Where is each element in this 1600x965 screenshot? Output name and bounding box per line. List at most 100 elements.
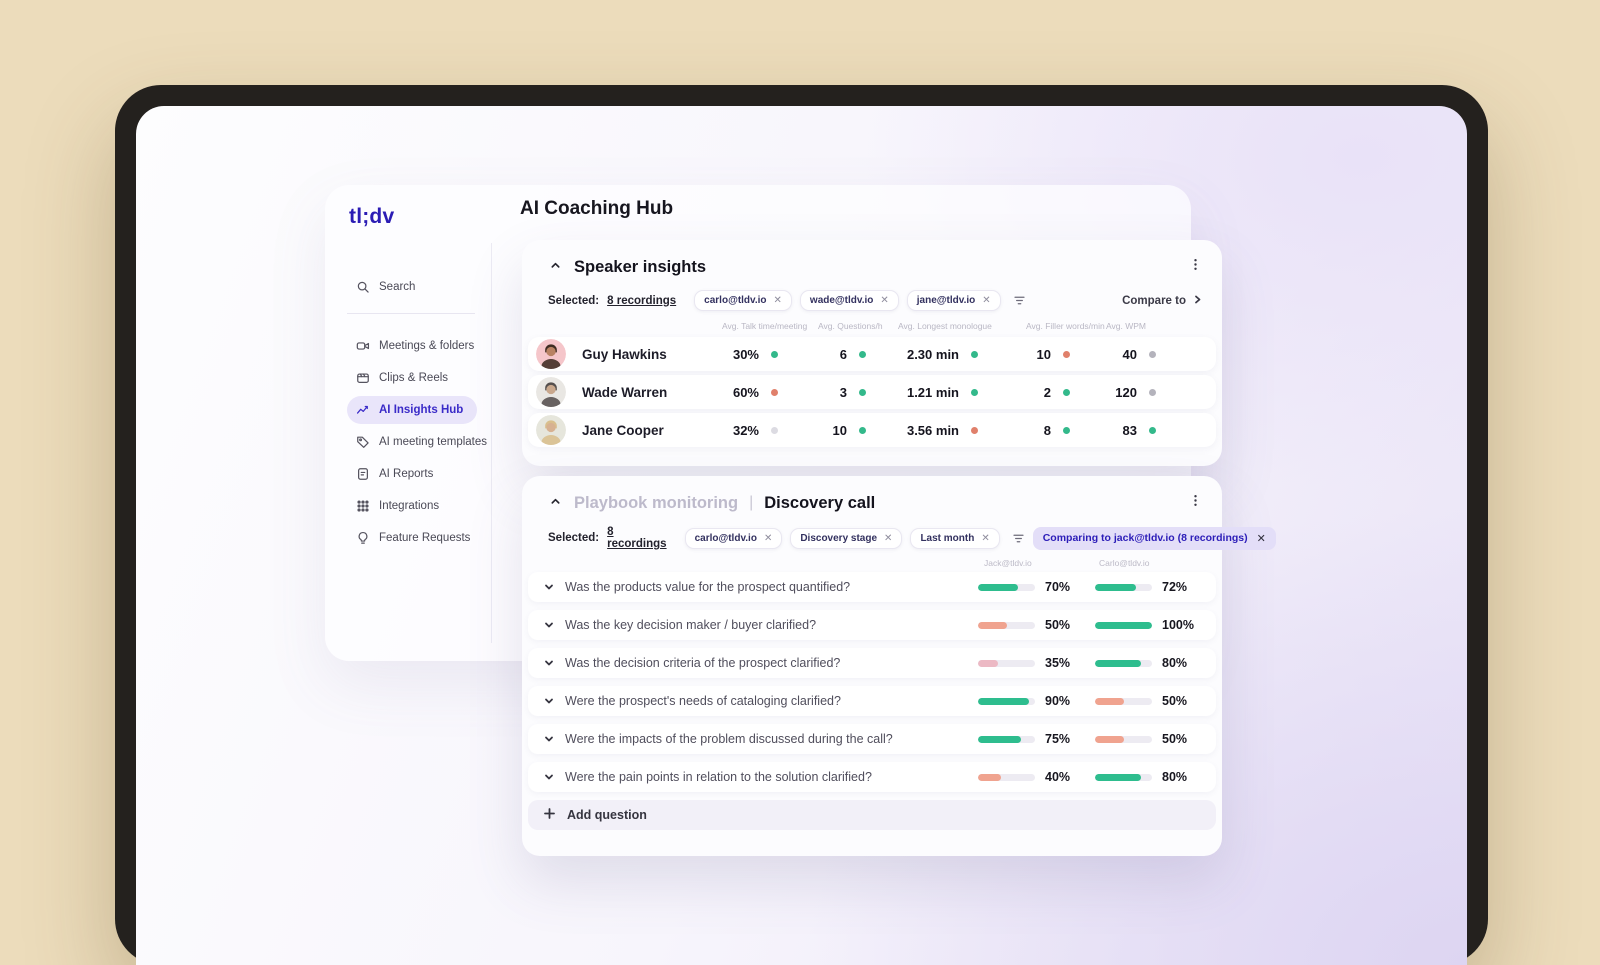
column-header-avg-questions-h: Avg. Questions/h bbox=[818, 321, 883, 331]
report-icon bbox=[356, 467, 370, 481]
sidebar-item-integrations[interactable]: Integrations bbox=[347, 492, 477, 520]
chevron-up-icon bbox=[550, 258, 561, 276]
sidebar-item-clips-reels[interactable]: Clips & Reels bbox=[347, 364, 477, 392]
close-icon[interactable]: ✕ bbox=[880, 295, 888, 306]
bulb-icon bbox=[356, 531, 370, 545]
collapse-playbook-button[interactable] bbox=[550, 494, 561, 512]
chevron-down-icon[interactable] bbox=[544, 620, 554, 630]
close-icon[interactable]: ✕ bbox=[982, 295, 990, 306]
question-text: Was the decision criteria of the prospec… bbox=[565, 656, 841, 670]
chevron-down-icon[interactable] bbox=[544, 734, 554, 744]
filter-funnel-icon[interactable] bbox=[1012, 532, 1025, 545]
avatar bbox=[536, 377, 566, 407]
sidebar-item-feature-requests[interactable]: Feature Requests bbox=[347, 524, 477, 552]
metric-value: 10 bbox=[1036, 346, 1051, 362]
chevron-right-icon bbox=[1193, 295, 1202, 307]
comparing-to-pill[interactable]: Comparing to jack@tldv.io (8 recordings)… bbox=[1032, 526, 1276, 550]
playbook-name: Discovery call bbox=[764, 493, 876, 512]
progress-bar bbox=[1095, 773, 1152, 781]
sidebar-item-ai-reports[interactable]: AI Reports bbox=[347, 460, 477, 488]
speaker-rows: Guy Hawkins 30% 6 2.30 min 10 40 Wade Warren 60… bbox=[522, 337, 1222, 447]
kebab-icon bbox=[1189, 494, 1202, 512]
metric-value: 2.30 min bbox=[906, 346, 959, 362]
sidebar-item-label: AI Reports bbox=[379, 468, 434, 480]
plus-icon bbox=[544, 808, 555, 822]
selected-label: Selected: bbox=[548, 294, 600, 307]
progress-value: 72% bbox=[1162, 580, 1188, 594]
status-dot-good bbox=[1149, 426, 1156, 434]
speaker-insights-title: Speaker insights bbox=[574, 257, 707, 276]
playbook-menu-button[interactable] bbox=[1187, 492, 1204, 514]
sidebar-search[interactable]: Search bbox=[347, 273, 477, 301]
close-icon[interactable]: ✕ bbox=[981, 533, 989, 544]
filter-chip-last-month[interactable]: Last month ✕ bbox=[910, 527, 1000, 549]
progress-value: 50% bbox=[1162, 732, 1188, 746]
question-row[interactable]: Was the key decision maker / buyer clari… bbox=[528, 610, 1216, 640]
grid-icon bbox=[356, 499, 370, 513]
chevron-down-icon[interactable] bbox=[544, 582, 554, 592]
add-question-label: Add question bbox=[567, 808, 647, 822]
status-dot-good bbox=[859, 350, 866, 358]
progress-bar bbox=[1095, 697, 1152, 705]
metric-value: 1.21 min bbox=[906, 384, 959, 400]
status-dot-bad bbox=[971, 426, 978, 434]
speaker-name: Jane Cooper bbox=[582, 422, 664, 438]
close-icon[interactable]: ✕ bbox=[774, 295, 782, 306]
sidebar-item-label: AI meeting templates bbox=[379, 436, 488, 448]
speaker-filter-chips: carlo@tldv.io ✕ wade@tldv.io ✕ jane@tldv.io ✕ bbox=[694, 290, 1001, 311]
metric-value: 3 bbox=[839, 384, 847, 400]
sidebar-item-meetings-folders[interactable]: Meetings & folders bbox=[347, 332, 477, 360]
question-row[interactable]: Were the impacts of the problem discusse… bbox=[528, 724, 1216, 754]
sidebar: tl;dv Search Meetings & folders Clips & R… bbox=[325, 185, 491, 661]
sidebar-item-ai-insights-hub[interactable]: AI Insights Hub bbox=[347, 396, 477, 424]
avatar bbox=[536, 339, 566, 369]
speaker-menu-button[interactable] bbox=[1187, 256, 1204, 278]
selected-recordings-link[interactable]: 8 recordings bbox=[607, 295, 676, 307]
kebab-icon bbox=[1189, 258, 1202, 276]
add-question-button[interactable]: Add question bbox=[528, 800, 1216, 830]
chevron-down-icon[interactable] bbox=[544, 696, 554, 706]
metric-value: 120 bbox=[1115, 384, 1137, 400]
progress-bar bbox=[978, 735, 1035, 743]
question-row[interactable]: Were the prospect's needs of cataloging … bbox=[528, 686, 1216, 716]
filter-chip-carlo-tldv-io[interactable]: carlo@tldv.io ✕ bbox=[694, 290, 792, 311]
filter-chip-discovery-stage[interactable]: Discovery stage ✕ bbox=[790, 527, 903, 549]
insights-icon bbox=[356, 403, 370, 417]
chevron-down-icon[interactable] bbox=[544, 772, 554, 782]
progress-value: 35% bbox=[1045, 656, 1071, 670]
chevron-up-icon bbox=[550, 494, 561, 512]
chip-label: Discovery stage bbox=[800, 532, 878, 544]
close-icon[interactable]: ✕ bbox=[764, 533, 772, 544]
close-icon[interactable]: ✕ bbox=[1257, 532, 1266, 545]
question-row[interactable]: Was the products value for the prospect … bbox=[528, 572, 1216, 602]
progress-value: 100% bbox=[1162, 618, 1194, 632]
column-carlo: Carlo@tldv.io bbox=[1099, 558, 1150, 568]
title-separator: | bbox=[749, 494, 754, 511]
filter-chip-wade-tldv-io[interactable]: wade@tldv.io ✕ bbox=[799, 290, 899, 311]
comparing-to-label: Comparing to jack@tldv.io (8 recordings) bbox=[1042, 532, 1248, 544]
question-text: Was the key decision maker / buyer clari… bbox=[565, 618, 817, 632]
status-dot-neutral bbox=[1149, 350, 1156, 358]
question-row[interactable]: Was the decision criteria of the prospec… bbox=[528, 648, 1216, 678]
avatar bbox=[536, 415, 566, 445]
chip-label: Last month bbox=[920, 532, 975, 544]
metric-value: 8 bbox=[1043, 422, 1051, 438]
sidebar-item-ai-meeting-templates[interactable]: AI meeting templates bbox=[347, 428, 487, 456]
sidebar-item-label: AI Insights Hub bbox=[379, 404, 464, 416]
metric-value: 40 bbox=[1122, 346, 1137, 362]
status-dot-good bbox=[971, 350, 978, 358]
compare-to-button[interactable]: Compare to bbox=[1122, 295, 1202, 307]
chevron-down-icon[interactable] bbox=[544, 658, 554, 668]
speaker-insights-panel: Speaker insights Selected: 8 recordings … bbox=[522, 240, 1222, 466]
metric-value: 3.56 min bbox=[906, 422, 959, 438]
filter-funnel-icon[interactable] bbox=[1013, 294, 1026, 307]
progress-value: 50% bbox=[1162, 694, 1188, 708]
column-header-avg-longest-monologue: Avg. Longest monologue bbox=[898, 321, 992, 331]
selected-recordings-link[interactable]: 8 recordings bbox=[607, 526, 666, 550]
collapse-speaker-button[interactable] bbox=[550, 258, 561, 276]
close-icon[interactable]: ✕ bbox=[884, 533, 892, 544]
filter-chip-carlo-tldv-io[interactable]: carlo@tldv.io ✕ bbox=[684, 527, 783, 549]
progress-bar bbox=[978, 773, 1035, 781]
filter-chip-jane-tldv-io[interactable]: jane@tldv.io ✕ bbox=[906, 290, 1001, 311]
question-row[interactable]: Were the pain points in relation to the … bbox=[528, 762, 1216, 792]
